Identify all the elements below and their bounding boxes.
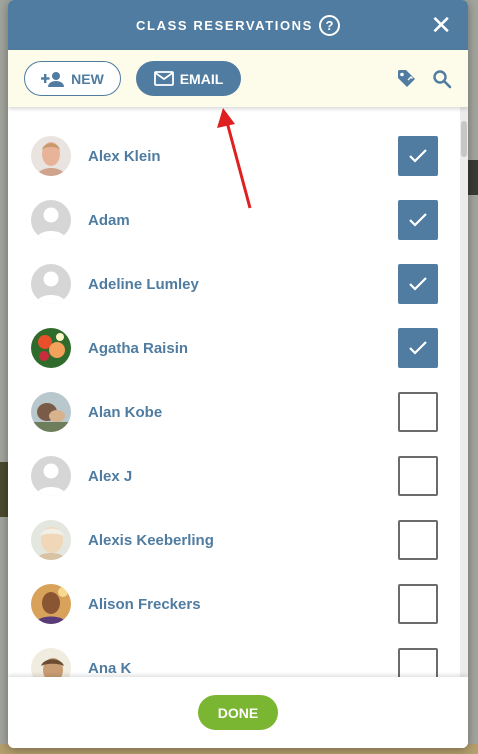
avatar	[31, 264, 71, 304]
reservation-name[interactable]: Adam	[88, 212, 130, 229]
avatar	[31, 136, 71, 176]
tag-icon[interactable]	[396, 68, 418, 90]
modal-title: CLASS RESERVATIONS	[136, 17, 313, 33]
email-button[interactable]: EMAIL	[136, 61, 241, 96]
avatar	[31, 456, 71, 496]
list-item: Ana K	[8, 636, 460, 677]
list-item: Alex J	[8, 444, 460, 508]
reservation-checkbox[interactable]	[398, 200, 438, 240]
annotation-arrow-icon	[217, 108, 252, 209]
list-scrollbar[interactable]	[460, 107, 468, 677]
list-item: Alan Kobe	[8, 380, 460, 444]
reservation-checkbox[interactable]	[398, 456, 438, 496]
person-add-icon	[41, 71, 65, 87]
reservation-name[interactable]: Agatha Raisin	[88, 340, 188, 357]
reservation-checkbox[interactable]	[398, 648, 438, 677]
reservation-name[interactable]: Alan Kobe	[88, 404, 162, 421]
list-item: Alison Freckers	[8, 572, 460, 636]
reservation-checkbox[interactable]	[398, 392, 438, 432]
toolbar-actions	[396, 68, 452, 90]
avatar	[31, 520, 71, 560]
reservation-name[interactable]: Alex J	[88, 468, 132, 485]
email-button-label: EMAIL	[179, 70, 224, 87]
help-icon[interactable]: ?	[318, 14, 340, 36]
list-item: Adeline Lumley	[8, 252, 460, 316]
mail-icon	[153, 71, 174, 86]
reservation-checkbox[interactable]	[398, 264, 438, 304]
avatar	[31, 584, 71, 624]
reservation-checkbox[interactable]	[398, 520, 438, 560]
class-reservations-modal: CLASS RESERVATIONS ? ✕ NEW EMAIL Alex Kl…	[8, 0, 468, 748]
reservation-name[interactable]: Adeline Lumley	[88, 276, 199, 293]
modal-header: CLASS RESERVATIONS ? ✕	[8, 0, 468, 50]
done-button[interactable]: DONE	[198, 695, 278, 730]
backdrop-block	[0, 462, 8, 517]
reservation-name[interactable]: Alison Freckers	[88, 596, 201, 613]
avatar	[31, 328, 71, 368]
avatar	[31, 392, 71, 432]
new-button-label: NEW	[71, 70, 104, 87]
scrollbar-thumb[interactable]	[461, 121, 467, 157]
new-button[interactable]: NEW	[24, 61, 121, 96]
avatar	[31, 200, 71, 240]
reservation-checkbox[interactable]	[398, 136, 438, 176]
avatar	[31, 648, 71, 677]
modal-toolbar: NEW EMAIL	[8, 50, 468, 107]
reservation-checkbox[interactable]	[398, 584, 438, 624]
reservation-name[interactable]: Ana K	[88, 660, 131, 677]
search-icon[interactable]	[432, 69, 452, 89]
reservation-name[interactable]: Alex Klein	[88, 148, 161, 165]
close-icon[interactable]: ✕	[430, 10, 452, 41]
list-item: Alexis Keeberling	[8, 508, 460, 572]
reservation-checkbox[interactable]	[398, 328, 438, 368]
modal-footer: DONE	[8, 677, 468, 748]
reservation-name[interactable]: Alexis Keeberling	[88, 532, 214, 549]
list-item: Agatha Raisin	[8, 316, 460, 380]
